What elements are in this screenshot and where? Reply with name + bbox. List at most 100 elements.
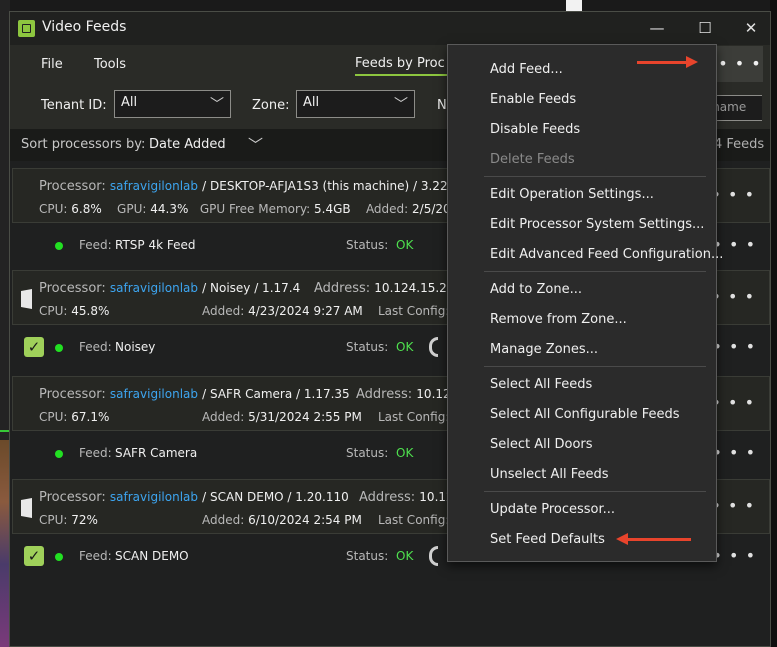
processor-label: Processor: [39, 179, 106, 194]
added-value: 4/23/2024 9:27 AM [248, 304, 363, 318]
processor-name: / SAFR Camera / 1.17.35 [202, 387, 350, 401]
chevron-down-icon: ﹀ [394, 97, 408, 113]
intercom-icon[interactable] [429, 546, 438, 566]
added-value: 5/31/2024 2:55 PM [248, 410, 362, 424]
menu-item-edit-operation-settings[interactable]: Edit Operation Settings... [490, 187, 654, 202]
processor-stats: CPU: 67.1% [39, 410, 109, 424]
processor-more-button[interactable]: • • • [712, 287, 755, 306]
menu-item-unselect-all-feeds[interactable]: Unselect All Feeds [490, 467, 609, 482]
arrow-head-left-icon [616, 533, 628, 545]
cpu-value: 45.8% [71, 304, 110, 318]
added-label: Added: [365, 202, 409, 216]
status-dot [55, 553, 63, 561]
status-dot [55, 344, 63, 352]
tenant-link[interactable]: safravigilonlab [110, 179, 198, 193]
cpu-label: CPU: [39, 202, 68, 216]
status-label: Status: [346, 549, 389, 563]
menu-item-set-feed-defaults[interactable]: Set Feed Defaults [490, 532, 605, 547]
added-block: Added: 4/23/2024 9:27 AM [202, 304, 363, 318]
processor-more-button[interactable]: • • • [712, 185, 755, 204]
processor-header: Processor: safravigilonlab / SCAN DEMO /… [39, 490, 349, 505]
added-label: Added: [202, 513, 245, 527]
added-label: Added: [202, 410, 245, 424]
cpu-value: 6.8% [71, 202, 102, 216]
sort-label: Sort processors by: [21, 137, 146, 152]
menu-item-edit-processor-system-settings[interactable]: Edit Processor System Settings... [490, 217, 704, 232]
last-config-label: Last Config: [378, 513, 450, 527]
menu-item-remove-from-zone[interactable]: Remove from Zone... [490, 312, 627, 327]
title-bar[interactable]: Video Feeds — ☐ ✕ [10, 12, 770, 45]
close-button[interactable]: ✕ [736, 17, 766, 39]
toolbar-more-button[interactable]: • • • [717, 46, 763, 82]
tab-feeds-by-processor[interactable]: Feeds by Proc [355, 56, 447, 76]
tenant-link[interactable]: safravigilonlab [110, 281, 198, 295]
cpu-label: CPU: [39, 304, 68, 318]
menu-separator [484, 271, 706, 272]
processor-header: Processor: safravigilonlab / DESKTOP-AFJ… [39, 179, 474, 194]
annotation-arrow-left [628, 538, 691, 541]
added-block: Added: 6/10/2024 2:54 PM [202, 513, 362, 527]
gpu-label: GPU: [117, 202, 147, 216]
menu-separator [484, 491, 706, 492]
background-window-right [770, 0, 777, 647]
status-dot [55, 242, 63, 250]
maximize-button[interactable]: ☐ [690, 17, 720, 39]
processor-stats: CPU: 72% [39, 513, 98, 527]
menu-separator [484, 176, 706, 177]
menu-item-update-processor[interactable]: Update Processor... [490, 502, 615, 517]
menu-item-manage-zones[interactable]: Manage Zones... [490, 342, 598, 357]
feed-checkbox[interactable]: ✓ [24, 337, 44, 357]
tenant-link[interactable]: safravigilonlab [110, 387, 198, 401]
menu-file[interactable]: File [41, 57, 63, 72]
menu-item-disable-feeds[interactable]: Disable Feeds [490, 122, 580, 137]
added-label: Added: [202, 304, 245, 318]
tenant-link[interactable]: safravigilonlab [110, 490, 198, 504]
cpu-label: CPU: [39, 513, 68, 527]
menu-item-edit-advanced-feed-configuration[interactable]: Edit Advanced Feed Configuration... [490, 247, 723, 262]
status-value: OK [396, 446, 414, 460]
menu-item-select-all-feeds[interactable]: Select All Feeds [490, 377, 592, 392]
feed-more-button[interactable]: • • • [713, 546, 756, 565]
gpu-value: 44.3% [150, 202, 189, 216]
status-value: OK [396, 238, 414, 252]
processor-label: Processor: [39, 387, 106, 402]
feed-name: RTSP 4k Feed [115, 238, 196, 252]
menu-item-select-all-doors[interactable]: Select All Doors [490, 437, 593, 452]
zone-select[interactable]: All ﹀ [296, 90, 415, 118]
tenant-label: Tenant ID: [41, 98, 107, 113]
menu-item-add-to-zone[interactable]: Add to Zone... [490, 282, 582, 297]
chevron-down-icon: ﹀ [210, 97, 224, 113]
menu-item-enable-feeds[interactable]: Enable Feeds [490, 92, 576, 107]
intercom-icon[interactable] [429, 337, 438, 357]
feed-more-button[interactable]: • • • [713, 443, 756, 462]
cpu-value: 67.1% [71, 410, 110, 424]
processor-more-button[interactable]: • • • [712, 496, 755, 515]
address-block: Address: 10.124.15.244 [314, 281, 462, 296]
zone-label: Zone: [252, 98, 290, 113]
name-filter-label: N [437, 98, 447, 113]
cpu-label: CPU: [39, 410, 68, 424]
processor-label: Processor: [39, 281, 106, 296]
context-menu: Add Feed... Enable Feeds Disable Feeds D… [447, 44, 723, 562]
address-label: Address: [356, 387, 413, 402]
feed-checkbox[interactable]: ✓ [24, 546, 44, 566]
sort-select[interactable]: Date Added [149, 137, 226, 152]
processor-more-button[interactable]: • • • [712, 393, 755, 412]
menu-item-add-feed[interactable]: Add Feed... [490, 62, 563, 77]
status-label: Status: [346, 446, 389, 460]
status-value: OK [396, 549, 414, 563]
status-dot [55, 450, 63, 458]
processor-stats: CPU: 6.8% GPU: 44.3% GPU Free Memory: 5.… [39, 202, 481, 216]
status-label: Status: [346, 238, 389, 252]
feed-more-button[interactable]: • • • [713, 337, 756, 356]
menu-item-select-all-configurable-feeds[interactable]: Select All Configurable Feeds [490, 407, 680, 422]
tenant-select[interactable]: All ﹀ [114, 90, 231, 118]
processor-name: / SCAN DEMO / 1.20.110 [202, 490, 349, 504]
address-label: Address: [359, 490, 416, 505]
menu-tools[interactable]: Tools [94, 57, 126, 72]
processor-header: Processor: safravigilonlab / SAFR Camera… [39, 387, 350, 402]
chevron-down-icon[interactable]: ﹀ [248, 134, 263, 155]
minimize-button[interactable]: — [642, 17, 672, 39]
feed-count: 4 Feeds [714, 137, 765, 152]
processor-header: Processor: safravigilonlab / Noisey / 1.… [39, 281, 300, 296]
